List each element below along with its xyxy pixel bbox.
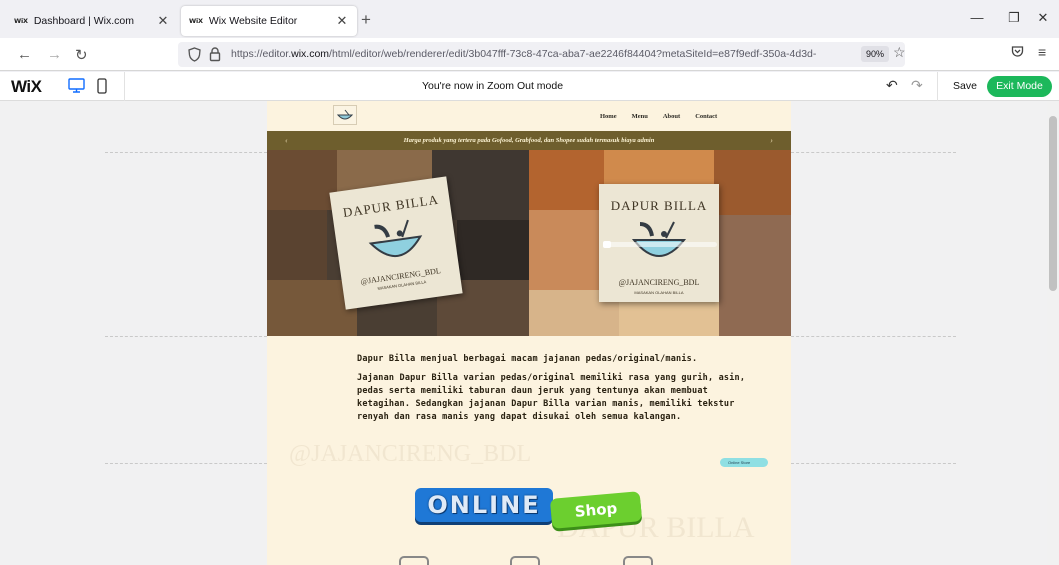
window-close-icon[interactable]: ✕ — [1033, 10, 1053, 26]
undo-icon[interactable]: ↶ — [886, 77, 898, 94]
back-icon[interactable]: ← — [17, 46, 32, 63]
close-tab-icon[interactable]: ✕ — [156, 13, 170, 29]
grabfood-icon[interactable] — [510, 556, 540, 565]
online-label: ONLINE — [415, 488, 553, 522]
editor-canvas[interactable]: Home Menu About Contact ‹ Harga produk y… — [0, 101, 1047, 565]
brand-logo-card: DAPUR BILLA @JAJANCIRENG_BDL MASAKAN OLA… — [329, 176, 463, 310]
about-description[interactable]: Dapur Billa menjual berbagai macam jajan… — [357, 353, 757, 430]
slideshow-progress[interactable] — [603, 241, 717, 248]
tab-label: Wix Website Editor — [208, 15, 298, 27]
wix-favicon-icon: WiX — [189, 17, 203, 25]
bowl-whisk-icon — [368, 219, 423, 258]
tab-label: Dashboard | Wix.com — [33, 15, 134, 27]
section-guide-line — [105, 336, 267, 337]
hero-image-right: DAPUR BILLA @JAJANCIRENG_BDL MASAKAN OLA… — [529, 150, 791, 336]
chevron-right-icon[interactable]: › — [770, 131, 773, 150]
section-guide-line — [791, 463, 956, 464]
wix-editor-topbar: WiX You're now in Zoom Out mode ↶ ↷ Save… — [0, 72, 1059, 101]
tracking-shield-icon[interactable] — [188, 47, 201, 62]
restore-icon[interactable]: ❐ — [1004, 10, 1024, 26]
reload-icon[interactable]: ↻ — [75, 46, 88, 64]
section-guide-line — [791, 152, 956, 153]
exit-mode-button[interactable]: Exit Mode — [987, 76, 1052, 97]
tab-wix-dashboard[interactable]: WiX Dashboard | Wix.com ✕ — [6, 6, 178, 36]
announcement-bar[interactable]: ‹ Harga produk yang tertera pada Gofood,… — [267, 131, 791, 150]
bookmark-star-icon[interactable]: ☆ — [893, 44, 906, 61]
bowl-logo-icon — [336, 109, 354, 120]
site-logo[interactable] — [333, 105, 357, 125]
shopee-icon[interactable] — [623, 556, 653, 565]
browser-nav-bar: ← → ↻ https://editor.wix.com/html/editor… — [0, 38, 1059, 71]
canvas-scrollbar[interactable] — [1047, 101, 1059, 565]
save-button[interactable]: Save — [953, 80, 977, 92]
slider-handle[interactable] — [603, 241, 611, 248]
online-store-pill[interactable]: Online Store — [720, 458, 768, 467]
zoom-mode-message: You're now in Zoom Out mode — [421, 80, 564, 92]
pocket-icon[interactable] — [1011, 45, 1024, 58]
brand-handle: @JAJANCIRENG_BDL — [618, 278, 700, 287]
description-detail: Jajanan Dapur Billa varian pedas/origina… — [357, 373, 746, 422]
redo-icon[interactable]: ↷ — [911, 77, 923, 94]
brand-logo-card: DAPUR BILLA @JAJANCIRENG_BDL MASAKAN OLA… — [599, 184, 719, 302]
chevron-left-icon[interactable]: ‹ — [285, 131, 288, 150]
brand-name: DAPUR BILLA — [610, 198, 708, 213]
brand-tagline: MASAKAN OLAHAN BILLA — [634, 290, 684, 295]
url-domain: wix.com — [291, 48, 330, 60]
section-guide-line — [105, 463, 267, 464]
zoom-level-badge[interactable]: 90% — [861, 46, 890, 62]
nav-menu[interactable]: Menu — [632, 113, 648, 120]
close-tab-icon[interactable]: ✕ — [335, 13, 349, 29]
url-path: /html/editor/web/renderer/edit/3b047fff-… — [329, 48, 817, 60]
site-navigation: Home Menu About Contact — [600, 113, 717, 120]
announcement-text: Harga produk yang tertera pada Gofood, G… — [403, 137, 655, 144]
nav-about[interactable]: About — [663, 113, 680, 120]
wix-favicon-icon: WiX — [14, 17, 28, 25]
nav-home[interactable]: Home — [600, 113, 617, 120]
browser-tab-bar: WiX Dashboard | Wix.com ✕ WiX Wix Websit… — [0, 0, 1059, 38]
toolbar-divider — [937, 72, 938, 101]
address-bar[interactable]: https://editor.wix.com/html/editor/web/r… — [178, 42, 906, 67]
hamburger-menu-icon[interactable]: ≡ — [1038, 44, 1046, 60]
website-page[interactable]: Home Menu About Contact ‹ Harga produk y… — [267, 101, 791, 565]
url-prefix: https://editor. — [231, 48, 292, 60]
lock-icon[interactable] — [209, 46, 221, 62]
tab-wix-editor[interactable]: WiX Wix Website Editor ✕ — [181, 6, 357, 36]
url-text: https://editor.wix.com/html/editor/web/r… — [231, 48, 851, 60]
nav-contact[interactable]: Contact — [695, 113, 717, 120]
watermark-handle: @JAJANCIRENG_BDL — [289, 441, 532, 467]
minimize-icon[interactable]: — — [967, 10, 987, 25]
scrollbar-thumb[interactable] — [1049, 116, 1057, 291]
section-guide-line — [791, 336, 956, 337]
gofood-icon[interactable] — [399, 556, 429, 565]
hero-section[interactable]: DAPUR BILLA @JAJANCIRENG_BDL MASAKAN OLA… — [267, 150, 791, 336]
forward-icon[interactable]: → — [47, 46, 62, 63]
brand-name: DAPUR BILLA — [341, 191, 440, 221]
section-guide-line — [105, 152, 267, 153]
new-tab-icon[interactable]: + — [361, 10, 371, 30]
description-intro: Dapur Billa menjual berbagai macam jajan… — [357, 354, 698, 364]
hero-image-left: DAPUR BILLA @JAJANCIRENG_BDL MASAKAN OLA… — [267, 150, 529, 336]
